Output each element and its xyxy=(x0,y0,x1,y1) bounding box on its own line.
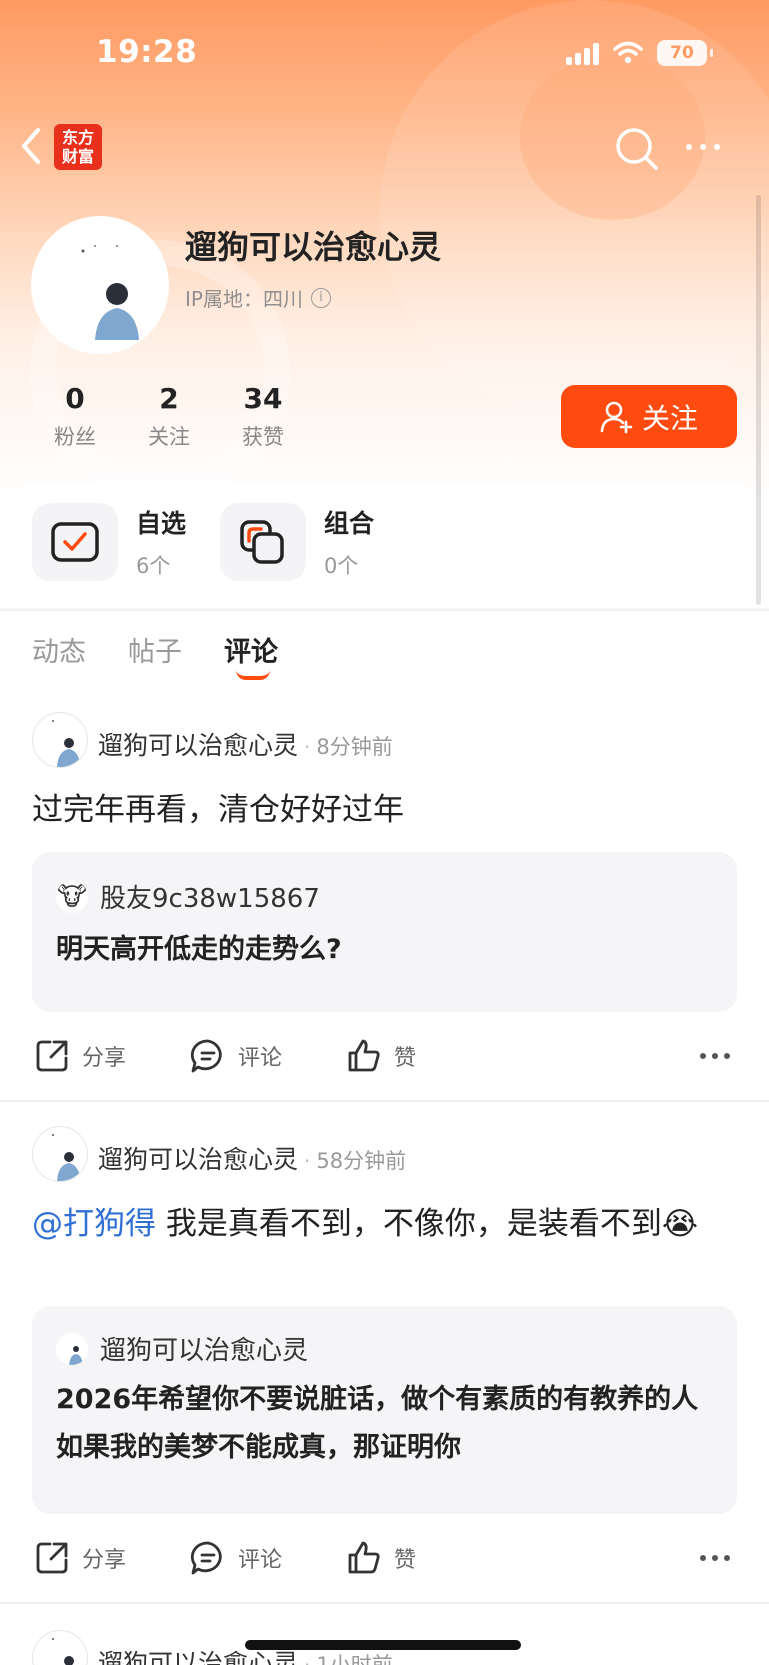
portfolio-icon xyxy=(220,503,306,581)
tab-posts[interactable]: 帖子 xyxy=(128,630,182,669)
comment-text: 过完年再看，清仓好好过年 xyxy=(32,792,404,828)
wifi-icon xyxy=(613,41,643,64)
comment-author[interactable]: 遛狗可以治愈心灵 · 58分钟前 xyxy=(98,1140,406,1176)
quoted-text: 明天高开低走的走势么? xyxy=(56,934,342,965)
status-time: 19:28 xyxy=(96,34,198,70)
home-indicator[interactable] xyxy=(245,1640,521,1650)
scrollbar[interactable] xyxy=(756,195,761,605)
tab-comments[interactable]: 评论 xyxy=(224,630,278,680)
comment-actions: 分享 评论 赞 xyxy=(34,1540,734,1576)
quoted-user: 🐮 股友9c38w15867 xyxy=(56,880,320,914)
share-icon xyxy=(36,1542,68,1574)
stat-following[interactable]: 2 关注 xyxy=(122,382,216,451)
quoted-user: 遛狗可以治愈心灵 xyxy=(56,1330,308,1367)
share-button[interactable]: 分享 xyxy=(34,1038,190,1074)
tab-bar: 动态 帖子 评论 xyxy=(32,630,278,680)
back-icon[interactable] xyxy=(18,126,44,166)
ip-location: IP属地：四川 i xyxy=(185,283,331,312)
battery-icon: 70 xyxy=(657,40,713,66)
share-button[interactable]: 分享 xyxy=(34,1540,190,1576)
follow-button[interactable]: 关注 xyxy=(561,385,737,448)
add-user-icon xyxy=(600,401,633,433)
comment-avatar[interactable] xyxy=(32,712,88,768)
status-icons: 70 xyxy=(566,40,713,66)
more-icon[interactable] xyxy=(686,144,720,150)
more-options-icon[interactable] xyxy=(700,1053,734,1059)
comment-author[interactable]: 遛狗可以治愈心灵 · 8分钟前 xyxy=(98,726,393,762)
post-separator xyxy=(0,1100,769,1102)
quoted-post[interactable]: 🐮 股友9c38w15867 明天高开低走的走势么? xyxy=(32,852,737,1012)
tab-feed[interactable]: 动态 xyxy=(32,630,86,669)
app-logo: 东方 财富 xyxy=(54,124,102,170)
comment-text: @打狗得 我是真看不到，不像你，是装看不到😭 xyxy=(32,1206,699,1242)
quoted-avatar xyxy=(56,1332,88,1365)
comment-button[interactable]: 评论 xyxy=(190,1540,346,1576)
comment-icon xyxy=(190,1039,222,1073)
quoted-post[interactable]: 遛狗可以治愈心灵 2026年希望你不要说脏话，做个有素质的有教养的人如果我的美梦… xyxy=(32,1306,737,1514)
profile-page: 19:28 70 东方 财富 遛狗可以治愈心灵 IP属地：四川 i 0 粉丝 2… xyxy=(0,0,769,1665)
post-separator xyxy=(0,1602,769,1604)
decor-bubble xyxy=(520,55,705,220)
comment-actions: 分享 评论 赞 xyxy=(34,1038,734,1074)
watchlist-icon xyxy=(32,503,118,581)
comment-button[interactable]: 评论 xyxy=(190,1038,346,1074)
comment-icon xyxy=(190,1541,222,1575)
watchlist-tile[interactable]: 自选 6个 xyxy=(32,503,186,581)
cattle-avatar-icon: 🐮 xyxy=(56,880,88,913)
search-icon[interactable] xyxy=(614,126,660,172)
portfolio-tile[interactable]: 组合 0个 xyxy=(220,503,374,581)
more-options-icon[interactable] xyxy=(700,1555,734,1561)
quoted-text: 2026年希望你不要说脏话，做个有素质的有教养的人如果我的美梦不能成真，那证明你 xyxy=(56,1384,699,1463)
mention-link[interactable]: @打狗得 xyxy=(32,1206,156,1242)
stat-likes[interactable]: 34 获赞 xyxy=(216,382,310,451)
profile-stats: 0 粉丝 2 关注 34 获赞 xyxy=(28,382,310,451)
signal-icon xyxy=(566,41,599,65)
comment-avatar[interactable] xyxy=(32,1126,88,1182)
avatar[interactable] xyxy=(31,216,169,354)
like-button[interactable]: 赞 xyxy=(346,1038,502,1074)
share-icon xyxy=(36,1040,68,1072)
active-tab-indicator xyxy=(236,670,270,680)
like-button[interactable]: 赞 xyxy=(346,1540,502,1576)
stat-fans[interactable]: 0 粉丝 xyxy=(28,382,122,451)
info-icon[interactable]: i xyxy=(310,287,331,308)
username: 遛狗可以治愈心灵 xyxy=(185,228,442,266)
thumbs-up-icon xyxy=(348,1039,380,1072)
section-divider xyxy=(0,608,769,611)
thumbs-up-icon xyxy=(348,1541,380,1574)
